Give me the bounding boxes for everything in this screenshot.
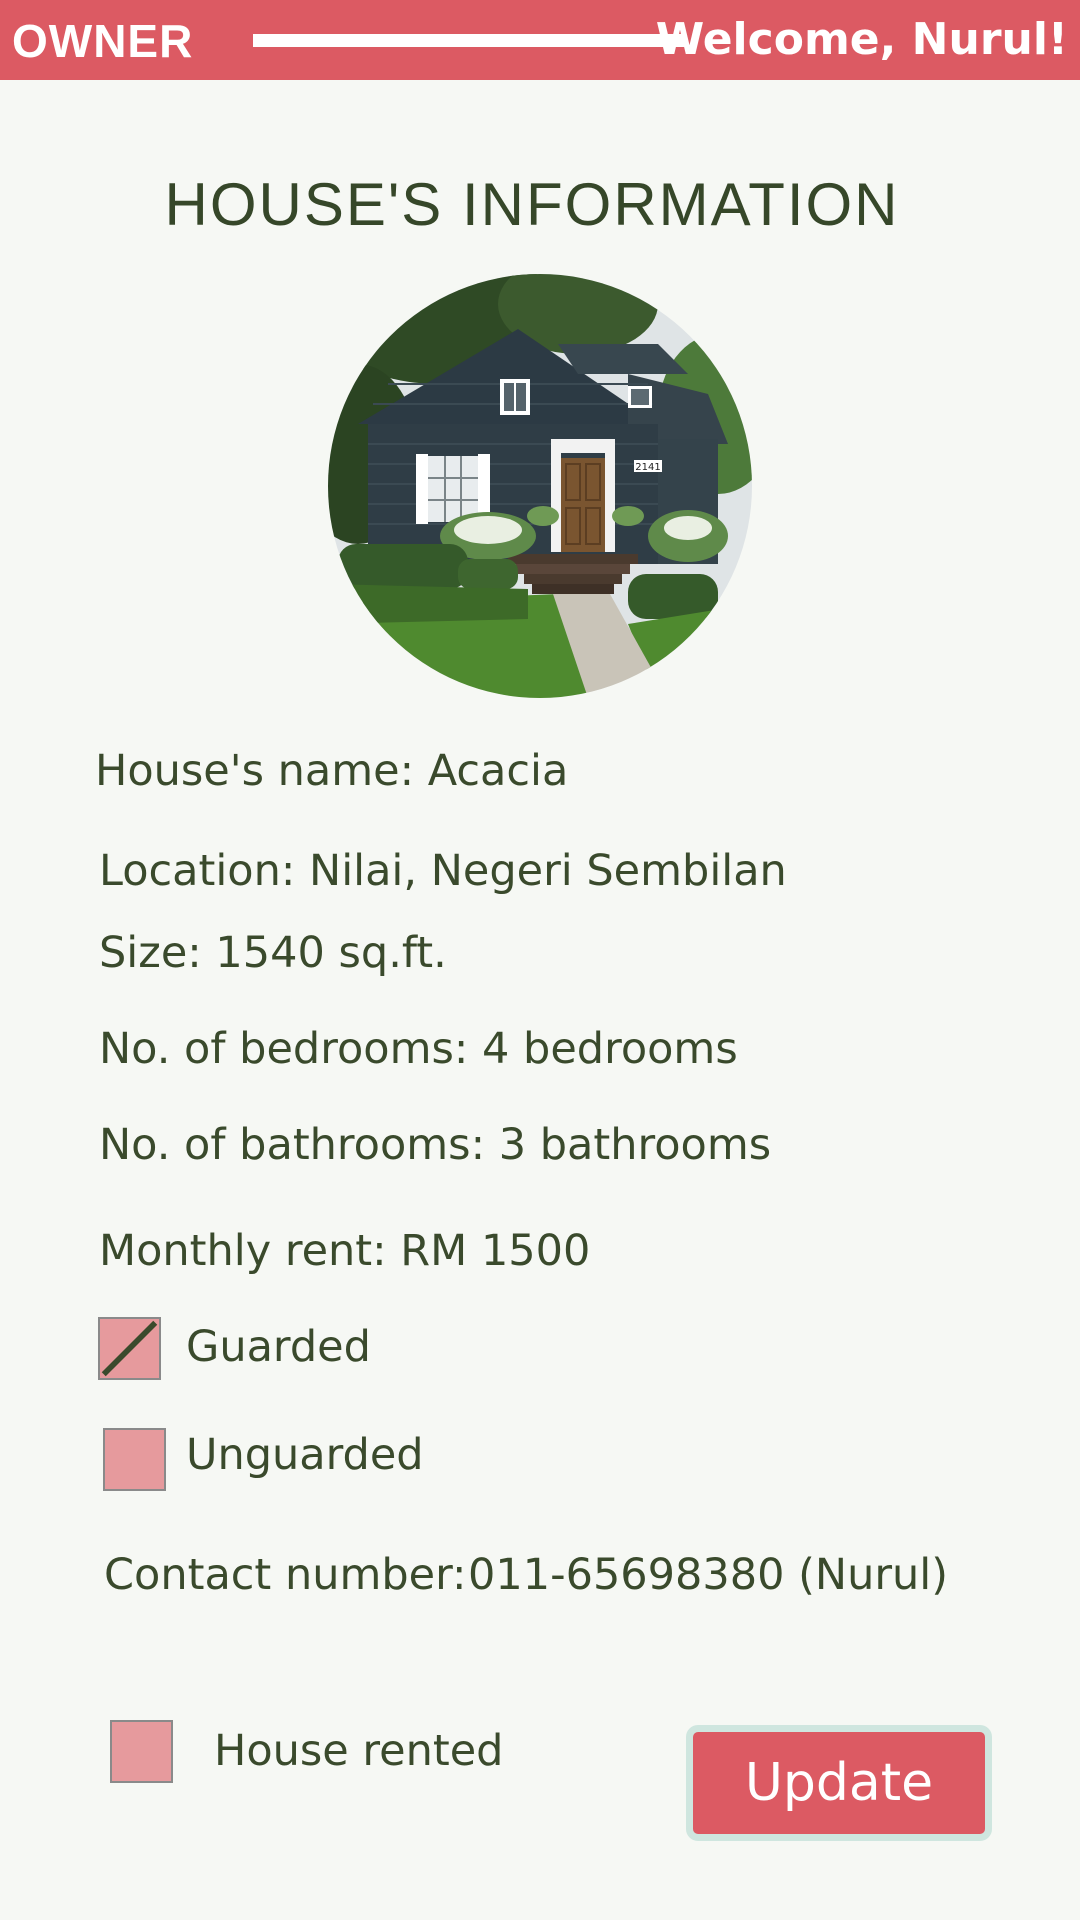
page-title: HOUSE'S INFORMATION <box>164 171 900 238</box>
guarded-checkbox[interactable] <box>98 1317 161 1380</box>
top-bar: OWNER Welcome, Nurul! <box>0 0 1080 80</box>
update-button[interactable]: Update <box>686 1725 992 1841</box>
house-bedrooms: No. of bedrooms: 4 bedrooms <box>99 1024 738 1074</box>
house-bathrooms: No. of bathrooms: 3 bathrooms <box>99 1120 772 1170</box>
monthly-rent: Monthly rent: RM 1500 <box>99 1226 591 1276</box>
house-photo: 2141 <box>328 274 752 698</box>
house-name: House's name: Acacia <box>95 746 569 796</box>
guarded-label: Guarded <box>186 1322 371 1372</box>
unguarded-label: Unguarded <box>186 1430 424 1480</box>
house-location: Location: Nilai, Negeri Sembilan <box>99 846 787 896</box>
contact-number: 011-65698380 (Nurul) <box>468 1550 948 1600</box>
header-divider-line <box>253 34 685 47</box>
role-label: OWNER <box>12 15 194 67</box>
svg-text:2141: 2141 <box>635 462 660 473</box>
house-rented-checkbox[interactable] <box>110 1720 173 1783</box>
check-slash-icon <box>101 1320 158 1377</box>
house-rented-label: House rented <box>214 1726 504 1776</box>
unguarded-checkbox[interactable] <box>103 1428 166 1491</box>
welcome-message: Welcome, Nurul! <box>655 14 1068 65</box>
house-size: Size: 1540 sq.ft. <box>99 928 447 978</box>
contact-label: Contact number: <box>104 1550 467 1600</box>
